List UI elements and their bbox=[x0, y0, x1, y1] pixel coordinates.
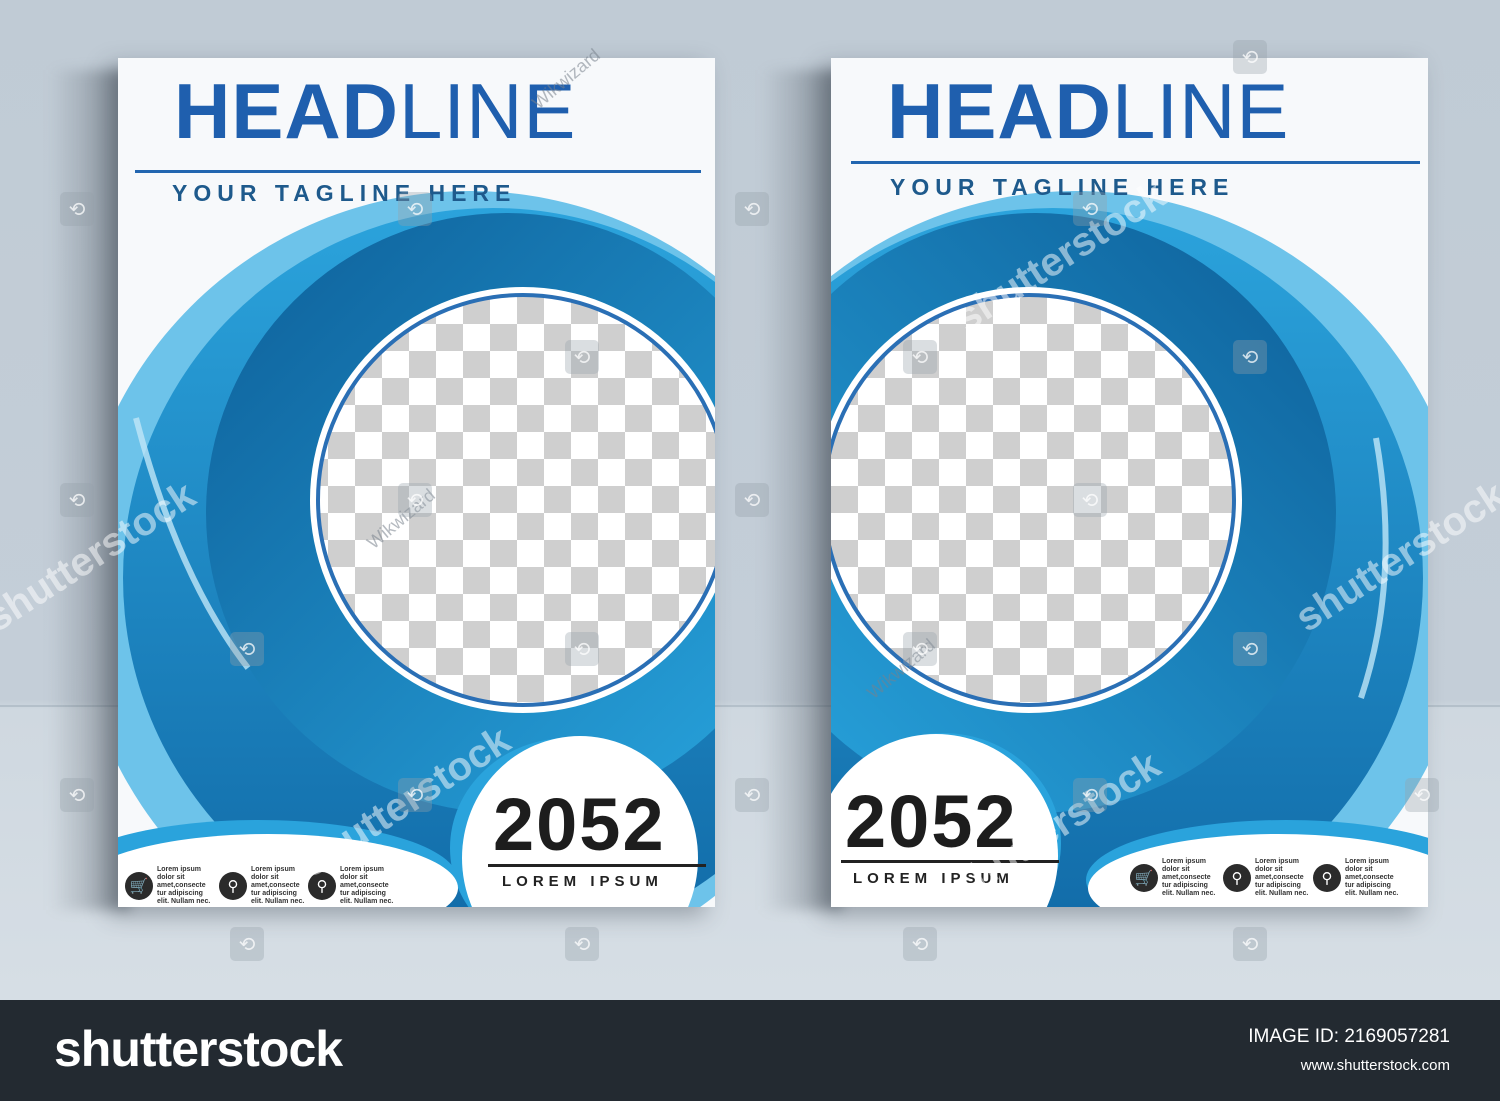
contact-text: Lorem ipsum dolor sit amet,consecte tur … bbox=[251, 866, 305, 905]
contact-text: Lorem ipsum dolor sit amet,consecte tur … bbox=[1162, 858, 1216, 897]
brand-logo[interactable]: shutterstock bbox=[54, 1020, 343, 1078]
headline: HEADLINE bbox=[887, 66, 1289, 156]
headline-bold: HEAD bbox=[887, 67, 1113, 155]
contact-item: ⚲ Lorem ipsum dolor sit amet,consecte tu… bbox=[1223, 858, 1311, 898]
watermark-logo-icon: ⟲ bbox=[60, 192, 94, 226]
contact-text: Lorem ipsum dolor sit amet,consecte tur … bbox=[1345, 858, 1399, 897]
watermark-logo-icon: ⟲ bbox=[735, 192, 769, 226]
watermark-logo-icon: ⟲ bbox=[565, 927, 599, 961]
location-pin-icon: ⚲ bbox=[219, 872, 247, 900]
watermark-logo-icon: ⟲ bbox=[1073, 483, 1107, 517]
watermark-logo-icon: ⟲ bbox=[398, 192, 432, 226]
contact-text: Lorem ipsum dolor sit amet,consecte tur … bbox=[340, 866, 394, 905]
watermark-logo-icon: ⟲ bbox=[735, 778, 769, 812]
watermark-logo-icon: ⟲ bbox=[565, 632, 599, 666]
watermark-logo-icon: ⟲ bbox=[903, 340, 937, 374]
watermark-logo-icon: ⟲ bbox=[1233, 40, 1267, 74]
contact-text: Lorem ipsum dolor sit amet,consecte tur … bbox=[1255, 858, 1309, 897]
watermark-logo-icon: ⟲ bbox=[60, 778, 94, 812]
watermark-logo-icon: ⟲ bbox=[1233, 340, 1267, 374]
watermark-logo-icon: ⟲ bbox=[565, 340, 599, 374]
watermark-logo-icon: ⟲ bbox=[735, 483, 769, 517]
watermark-logo-icon: ⟲ bbox=[60, 483, 94, 517]
contact-item: 🛒 Lorem ipsum dolor sit amet,consecte tu… bbox=[1130, 858, 1218, 898]
watermark-logo-icon: ⟲ bbox=[1233, 927, 1267, 961]
tagline: YOUR TAGLINE HERE bbox=[890, 174, 1235, 200]
watermark-logo-icon: ⟲ bbox=[1073, 778, 1107, 812]
location-pin-icon: ⚲ bbox=[1223, 864, 1251, 892]
year: 2052 bbox=[493, 783, 666, 866]
contact-item: ⚲ Lorem ipsum dolor sit amet,consecte tu… bbox=[219, 866, 307, 906]
poster-shadow bbox=[762, 70, 842, 910]
watermark-logo-icon: ⟲ bbox=[903, 632, 937, 666]
cart-icon: 🛒 bbox=[1130, 864, 1158, 892]
subtitle: LOREM IPSUM bbox=[502, 873, 663, 890]
watermark-logo-icon: ⟲ bbox=[1073, 192, 1107, 226]
tagline: YOUR TAGLINE HERE bbox=[172, 180, 517, 206]
contact-text: Lorem ipsum dolor sit amet,consecte tur … bbox=[157, 866, 211, 905]
footer-bar: shutterstock IMAGE ID: 2169057281 www.sh… bbox=[0, 1000, 1500, 1101]
headline-bold: HEAD bbox=[174, 67, 400, 155]
cart-icon: 🛒 bbox=[125, 872, 153, 900]
watermark-logo-icon: ⟲ bbox=[903, 927, 937, 961]
headline-rule bbox=[135, 170, 701, 173]
watermark-logo-icon: ⟲ bbox=[1405, 778, 1439, 812]
watermark-logo-icon: ⟲ bbox=[398, 483, 432, 517]
site-url[interactable]: www.shutterstock.com bbox=[1301, 1057, 1450, 1074]
contact-item: ⚲ Lorem ipsum dolor sit amet,consecte tu… bbox=[1313, 858, 1401, 898]
watermark-logo-icon: ⟲ bbox=[398, 778, 432, 812]
watermark-logo-icon: ⟲ bbox=[230, 632, 264, 666]
headline-light: LINE bbox=[1112, 67, 1290, 155]
year-rule bbox=[488, 864, 706, 867]
watermark-logo-icon: ⟲ bbox=[230, 927, 264, 961]
image-id: IMAGE ID: 2169057281 bbox=[1248, 1026, 1450, 1047]
contact-item: 🛒 Lorem ipsum dolor sit amet,consecte tu… bbox=[125, 866, 213, 906]
headline: HEADLINE bbox=[174, 66, 576, 156]
watermark-logo-icon: ⟲ bbox=[1233, 632, 1267, 666]
search-icon: ⚲ bbox=[1313, 864, 1341, 892]
headline-rule bbox=[851, 161, 1420, 164]
